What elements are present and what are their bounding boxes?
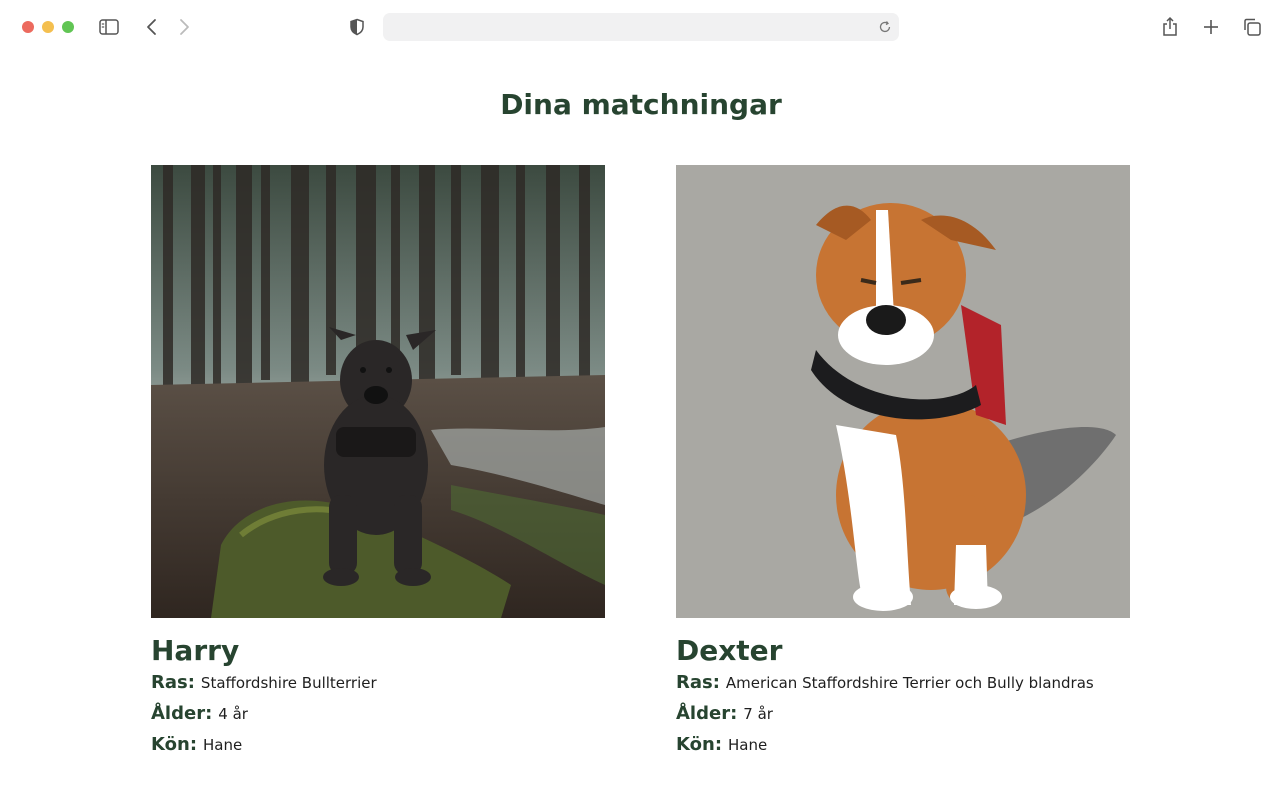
breed-row: Ras: American Staffordshire Terrier och … — [676, 672, 1130, 699]
breed-value: Staffordshire Bullterrier — [200, 674, 377, 692]
address-bar[interactable] — [383, 13, 899, 41]
close-window-button[interactable] — [22, 21, 34, 33]
breed-label: Ras: — [151, 672, 195, 693]
sex-value: Hane — [728, 736, 768, 754]
dog-photo — [676, 165, 1130, 618]
page-title: Dina matchningar — [500, 88, 782, 121]
browser-toolbar — [0, 0, 1282, 54]
shield-icon[interactable] — [344, 14, 370, 40]
dog-name: Harry — [151, 634, 240, 667]
share-icon[interactable] — [1157, 14, 1183, 40]
dog-name: Dexter — [676, 634, 783, 667]
age-label: Ålder: — [151, 703, 213, 724]
chevron-right-icon[interactable] — [171, 14, 197, 40]
age-label: Ålder: — [676, 703, 738, 724]
breed-label: Ras: — [676, 672, 720, 693]
breed-value: American Staffordshire Terrier och Bully… — [725, 674, 1094, 692]
sex-label: Kön: — [676, 734, 723, 755]
age-row: Ålder: 7 år — [676, 703, 1130, 730]
sex-row: Kön: Hane — [676, 734, 1130, 761]
sex-row: Kön: Hane — [151, 734, 605, 761]
age-row: Ålder: 4 år — [151, 703, 605, 730]
sidebar-icon[interactable] — [96, 14, 122, 40]
sex-value: Hane — [203, 736, 243, 754]
minimize-window-button[interactable] — [42, 21, 54, 33]
match-card[interactable]: Harry Ras: Staffordshire Bullterrier Åld… — [151, 165, 605, 761]
chevron-left-icon[interactable] — [139, 14, 165, 40]
age-value: 4 år — [218, 705, 248, 723]
tabs-icon[interactable] — [1239, 14, 1265, 40]
maximize-window-button[interactable] — [62, 21, 74, 33]
breed-row: Ras: Staffordshire Bullterrier — [151, 672, 605, 699]
reload-icon[interactable] — [877, 19, 893, 35]
match-card[interactable]: Dexter Ras: American Staffordshire Terri… — [676, 165, 1130, 761]
age-value: 7 år — [743, 705, 773, 723]
sex-label: Kön: — [151, 734, 198, 755]
dog-photo — [151, 165, 605, 618]
plus-icon[interactable] — [1198, 14, 1224, 40]
